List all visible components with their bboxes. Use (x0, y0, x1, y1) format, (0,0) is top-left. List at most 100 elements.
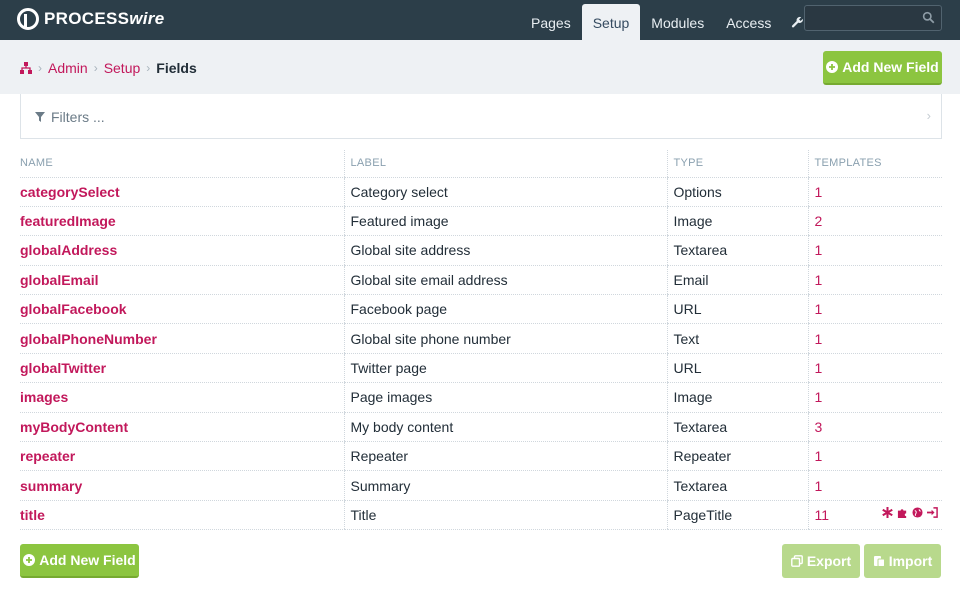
breadcrumb-setup[interactable]: Setup (104, 60, 141, 76)
field-name-link[interactable]: globalFacebook (20, 301, 127, 317)
field-label: My body content (343, 412, 667, 443)
field-type: Textarea (666, 235, 808, 266)
filter-icon (35, 109, 45, 125)
breadcrumb-admin[interactable]: Admin (48, 60, 88, 76)
plus-circle-icon (23, 554, 36, 566)
field-type: PageTitle (666, 500, 808, 531)
field-templates-count[interactable]: 11 (815, 507, 830, 523)
field-templates-count[interactable]: 1 (815, 389, 823, 405)
field-label: Twitter page (343, 353, 667, 384)
table-row: summary Summary Textarea 1 (20, 470, 942, 501)
filters-toggle[interactable]: Filters ... (35, 109, 105, 125)
field-label: Title (343, 500, 667, 531)
field-label: Summary (343, 470, 667, 501)
asterisk-icon[interactable] (882, 506, 893, 518)
breadcrumb: › Admin › Setup › Fields (20, 60, 197, 76)
plus-circle-icon (826, 61, 839, 73)
puzzle-icon[interactable] (897, 507, 908, 518)
field-templates-count[interactable]: 2 (815, 213, 823, 229)
table-row: globalFacebook Facebook page URL 1 (20, 294, 942, 325)
sign-in-icon[interactable] (927, 507, 938, 518)
column-header-type[interactable]: TYPE (666, 150, 808, 178)
field-name-link[interactable]: images (20, 389, 68, 405)
table-row: globalPhoneNumber Global site phone numb… (20, 323, 942, 354)
column-header-templates[interactable]: TEMPLATES (807, 150, 942, 178)
field-label: Repeater (343, 441, 667, 472)
table-row: globalAddress Global site address Textar… (20, 235, 942, 266)
field-type: Image (666, 206, 808, 237)
field-templates-count[interactable]: 1 (815, 272, 823, 288)
search-input[interactable] (804, 5, 942, 31)
table-row: categorySelect Category select Options 1 (20, 177, 942, 207)
import-button[interactable]: Import (864, 544, 941, 578)
field-name-link[interactable]: globalEmail (20, 272, 99, 288)
top-bar: PROCESSwire Pages Setup Modules Access (0, 0, 960, 40)
field-name-link[interactable]: globalTwitter (20, 360, 106, 376)
field-templates-count[interactable]: 1 (815, 448, 823, 464)
nav-setup[interactable]: Setup (581, 4, 641, 40)
field-name-link[interactable]: globalAddress (20, 242, 117, 258)
import-label: Import (888, 553, 933, 569)
table-row: title Title PageTitle 11 (20, 500, 942, 531)
field-type: Email (666, 265, 808, 296)
field-type: Textarea (666, 412, 808, 443)
field-name-link[interactable]: title (20, 507, 45, 523)
field-type: Repeater (666, 441, 808, 472)
table-row: images Page images Image 1 (20, 382, 942, 413)
field-templates-count[interactable]: 1 (815, 184, 823, 200)
field-templates-count[interactable]: 1 (815, 301, 823, 317)
field-label: Category select (343, 177, 667, 207)
add-new-field-button-top[interactable]: Add New Field (823, 51, 942, 85)
field-type: URL (666, 353, 808, 384)
table-header-row: NAME LABEL TYPE TEMPLATES (20, 150, 942, 178)
globe-icon[interactable] (912, 507, 923, 518)
field-templates-count[interactable]: 3 (815, 419, 823, 435)
fields-table: NAME LABEL TYPE TEMPLATES categorySelect… (20, 150, 942, 531)
field-name-link[interactable]: categorySelect (20, 184, 120, 200)
field-name-link[interactable]: globalPhoneNumber (20, 331, 157, 347)
column-header-name[interactable]: NAME (20, 150, 344, 178)
field-type: Options (666, 177, 808, 207)
paste-icon (873, 555, 885, 567)
filters-panel[interactable]: Filters ... › (20, 94, 942, 139)
page-title: Fields (156, 60, 197, 76)
export-label: Export (806, 553, 852, 569)
field-templates-count[interactable]: 1 (815, 360, 823, 376)
table-row: globalTwitter Twitter page URL 1 (20, 353, 942, 384)
field-name-link[interactable]: featuredImage (20, 213, 116, 229)
field-label: Page images (343, 382, 667, 413)
table-row: featuredImage Featured image Image 2 (20, 206, 942, 237)
logo-text: PROCESSwire (44, 9, 165, 28)
nav-modules[interactable]: Modules (640, 4, 715, 40)
table-row: myBodyContent My body content Textarea 3 (20, 412, 942, 443)
table-row: repeater Repeater Repeater 1 (20, 441, 942, 472)
breadcrumb-separator: › (93, 61, 98, 75)
sitemap-icon[interactable] (20, 62, 32, 74)
field-label: Global site email address (343, 265, 667, 296)
field-type: Image (666, 382, 808, 413)
field-label: Featured image (343, 206, 667, 237)
breadcrumb-separator: › (38, 61, 42, 75)
table-row: globalEmail Global site email address Em… (20, 265, 942, 296)
main-nav: Pages Setup Modules Access (520, 4, 810, 40)
chevron-right-icon: › (926, 108, 931, 123)
field-name-link[interactable]: summary (20, 478, 82, 494)
field-name-link[interactable]: repeater (20, 448, 75, 464)
field-templates-count[interactable]: 1 (815, 478, 823, 494)
field-flags (882, 506, 938, 518)
export-button[interactable]: Export (782, 544, 860, 578)
field-label: Global site phone number (343, 323, 667, 354)
nav-pages[interactable]: Pages (520, 4, 582, 40)
field-label: Facebook page (343, 294, 667, 325)
processwire-logo[interactable]: PROCESSwire (17, 6, 164, 32)
nav-access[interactable]: Access (715, 4, 782, 40)
processwire-logo-icon (17, 8, 39, 30)
add-new-field-button-bottom[interactable]: Add New Field (20, 544, 139, 578)
add-new-field-label: Add New Field (39, 552, 136, 568)
breadcrumb-separator: › (146, 61, 151, 75)
field-templates-count[interactable]: 1 (815, 242, 823, 258)
field-templates-count[interactable]: 1 (815, 331, 823, 347)
field-name-link[interactable]: myBodyContent (20, 419, 128, 435)
filters-label: Filters ... (51, 109, 105, 125)
column-header-label[interactable]: LABEL (343, 150, 667, 178)
